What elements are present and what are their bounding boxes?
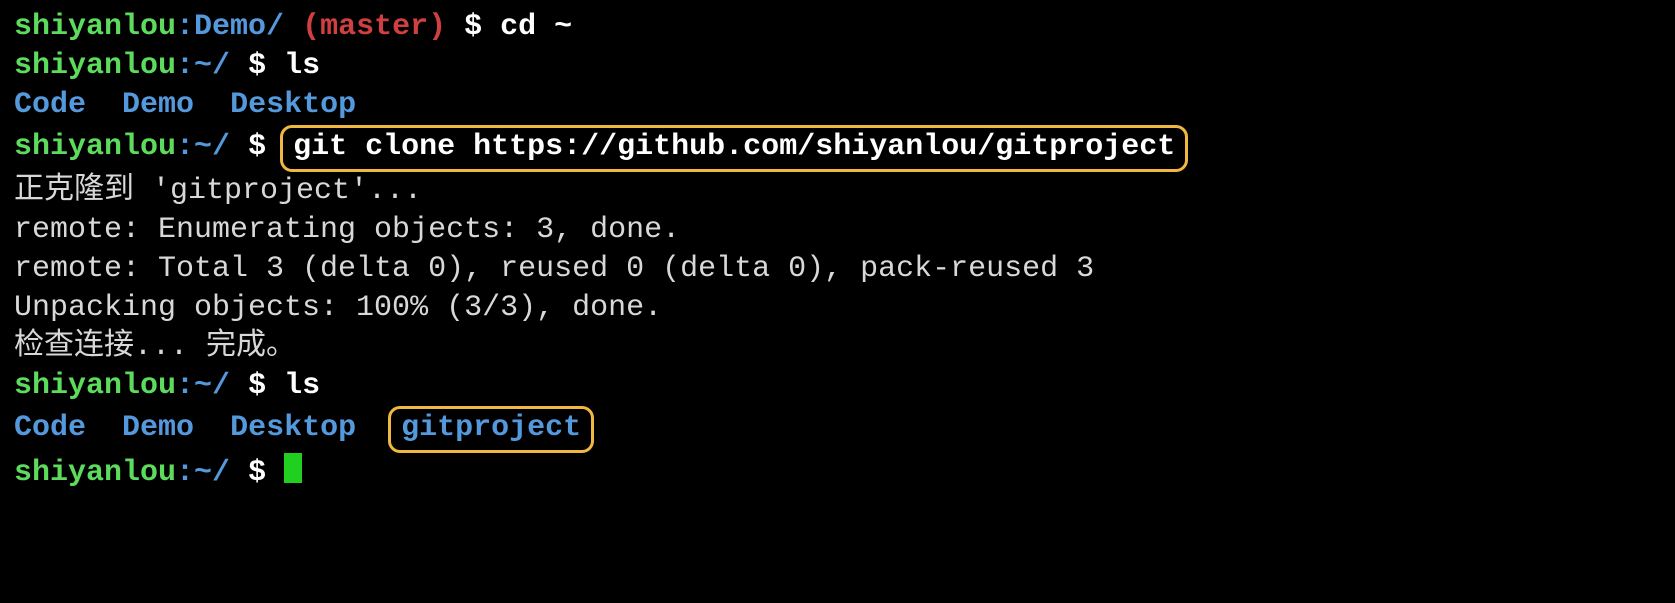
prompt-user: shiyanlou — [14, 10, 176, 44]
prompt-user: shiyanlou — [14, 130, 176, 164]
prompt-path: ~/ — [194, 456, 230, 490]
dir-entry: Desktop — [230, 411, 356, 445]
git-output: Unpacking objects: 100% (3/3), done. — [14, 289, 1661, 328]
highlight-annotation: gitproject — [388, 406, 594, 453]
prompt-colon: : — [176, 369, 194, 403]
prompt-user: shiyanlou — [14, 456, 176, 490]
prompt-path: ~/ — [194, 130, 230, 164]
prompt-colon: : — [176, 49, 194, 83]
prompt-line-4: shiyanlou:~/ $ ls — [14, 367, 1661, 406]
prompt-line-3: shiyanlou:~/ $ git clone https://github.… — [14, 125, 1661, 172]
prompt-line-1: shiyanlou:Demo/ (master) $ cd ~ — [14, 8, 1661, 47]
git-output: 正克隆到 'gitproject'... — [14, 172, 1661, 211]
prompt-branch: (master) — [302, 10, 446, 44]
prompt-line-2: shiyanlou:~/ $ ls — [14, 47, 1661, 86]
prompt-dollar: $ — [248, 130, 266, 164]
cursor-icon[interactable] — [284, 453, 302, 483]
git-output: 检查连接... 完成。 — [14, 328, 1661, 367]
git-output: remote: Total 3 (delta 0), reused 0 (del… — [14, 250, 1661, 289]
dir-entry: Demo — [122, 411, 194, 445]
ls-output-2: Code Demo Desktop gitproject — [14, 406, 1661, 453]
git-output: remote: Enumerating objects: 3, done. — [14, 211, 1661, 250]
command-input[interactable]: git clone https://github.com/shiyanlou/g… — [293, 130, 1175, 164]
highlight-annotation: git clone https://github.com/shiyanlou/g… — [280, 125, 1188, 172]
prompt-path: Demo/ — [194, 10, 284, 44]
ls-output-1: Code Demo Desktop — [14, 86, 1661, 125]
prompt-user: shiyanlou — [14, 369, 176, 403]
command-input[interactable]: ls — [284, 369, 320, 403]
prompt-path: ~/ — [194, 369, 230, 403]
dir-entry: gitproject — [401, 411, 581, 445]
prompt-path: ~/ — [194, 49, 230, 83]
prompt-line-5: shiyanlou:~/ $ — [14, 453, 1661, 493]
prompt-dollar: $ — [248, 49, 266, 83]
prompt-dollar: $ — [248, 456, 266, 490]
prompt-dollar: $ — [248, 369, 266, 403]
prompt-dollar: $ — [464, 10, 482, 44]
dir-entry: Desktop — [230, 88, 356, 122]
dir-entry: Code — [14, 88, 86, 122]
prompt-colon: : — [176, 130, 194, 164]
prompt-colon: : — [176, 10, 194, 44]
dir-entry: Code — [14, 411, 86, 445]
command-input[interactable]: ls — [284, 49, 320, 83]
prompt-user: shiyanlou — [14, 49, 176, 83]
prompt-colon: : — [176, 456, 194, 490]
command-input[interactable]: cd ~ — [500, 10, 572, 44]
dir-entry: Demo — [122, 88, 194, 122]
